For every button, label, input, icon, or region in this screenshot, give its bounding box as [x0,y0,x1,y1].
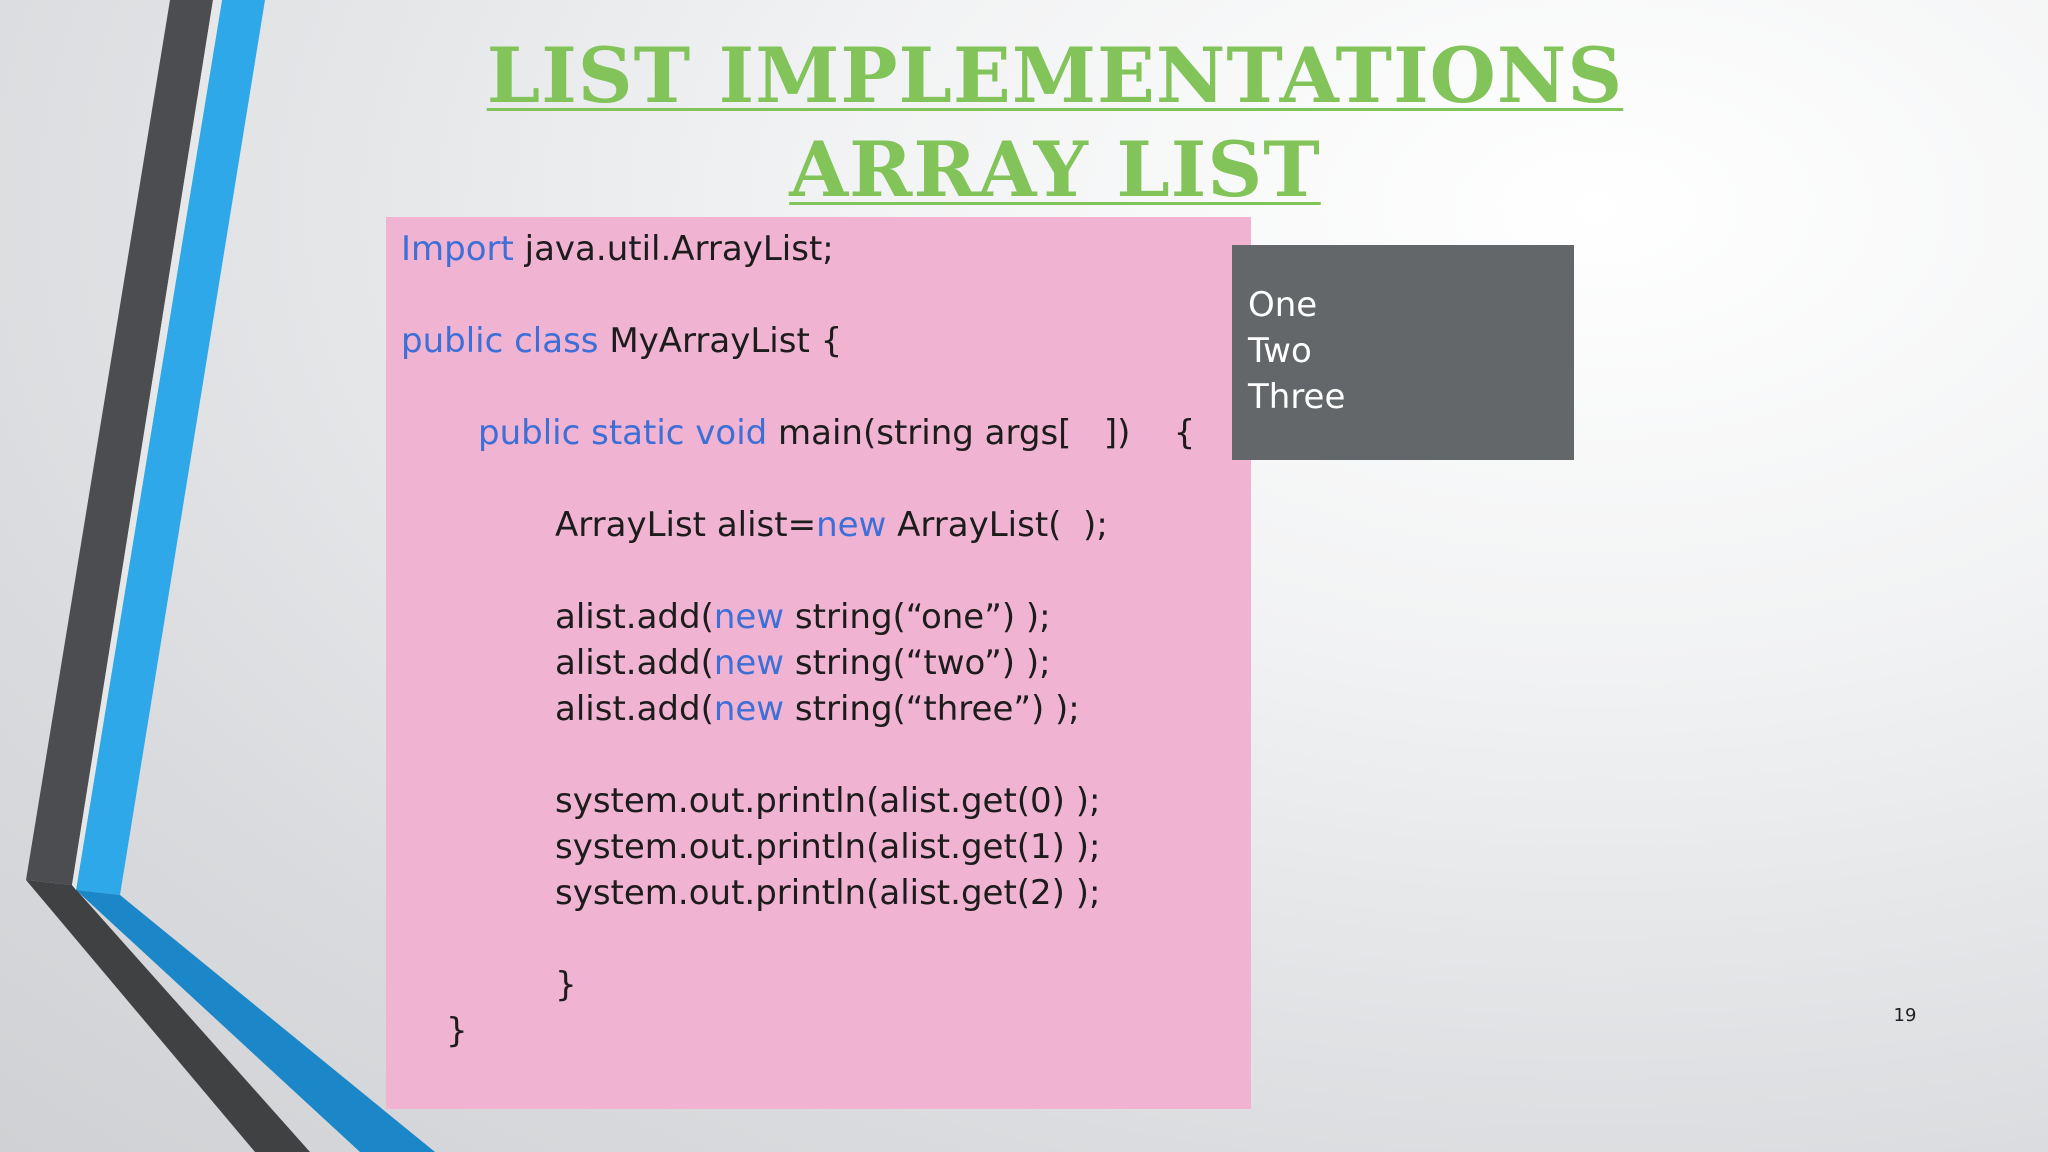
output-line-two: Two [1248,331,1312,371]
code-line-new-list: ArrayList alist=new ArrayList( ); [555,505,1108,545]
code-keyword: new [713,597,785,637]
code-line-add-one: alist.add(new string(“one”) ); [555,597,1051,637]
code-keyword: public static void [478,413,768,453]
code-text: java.util.ArrayList; [513,229,834,269]
code-line-print-0: system.out.println(alist.get(0) ); [555,781,1101,821]
code-keyword: Import [401,229,514,269]
code-line-close-method: } [555,965,577,1005]
title-line-2: ARRAY LIST [789,125,1321,214]
code-line-class: public class MyArrayList { [401,321,842,361]
code-text: string(“one”) ); [784,597,1051,637]
code-line-add-two: alist.add(new string(“two”) ); [555,643,1051,683]
code-text: string(“two”) ); [784,643,1051,683]
code-line-add-three: alist.add(new string(“three”) ); [555,689,1080,729]
output-line-one: One [1248,285,1318,325]
code-keyword: new [713,643,785,683]
code-keyword: public class [401,321,599,361]
code-line-print-2: system.out.println(alist.get(2) ); [555,873,1101,913]
code-line-close-class: } [446,1011,468,1051]
code-keyword: new [816,505,887,545]
output-line-three: Three [1248,377,1346,417]
code-line-main: public static void main(string args[ ]) … [478,413,1195,453]
light-gap [72,0,222,890]
code-text: main(string args[ ]) { [767,413,1196,453]
code-line-print-1: system.out.println(alist.get(1) ); [555,827,1101,867]
output-box: One Two Three [1232,245,1574,460]
code-block: Import java.util.ArrayList; public class… [386,217,1251,1109]
slide: LIST IMPLEMENTATIONS ARRAY LIST Import j… [0,0,2048,1152]
code-text: ArrayList( ); [886,505,1108,545]
title-line-1: LIST IMPLEMENTATIONS [486,31,1624,120]
code-text: string(“three”) ); [784,689,1080,729]
page-number: 19 [1893,1005,1917,1026]
code-text: ArrayList alist= [555,505,817,545]
code-line-import: Import java.util.ArrayList; [401,229,834,269]
code-text: alist.add( [555,689,714,729]
slide-subtitle: ARRAY LIST [440,124,1670,216]
code-text: MyArrayList { [598,321,843,361]
code-text: alist.add( [555,597,714,637]
slide-title: LIST IMPLEMENTATIONS [440,30,1670,122]
code-text: alist.add( [555,643,714,683]
code-keyword: new [713,689,785,729]
